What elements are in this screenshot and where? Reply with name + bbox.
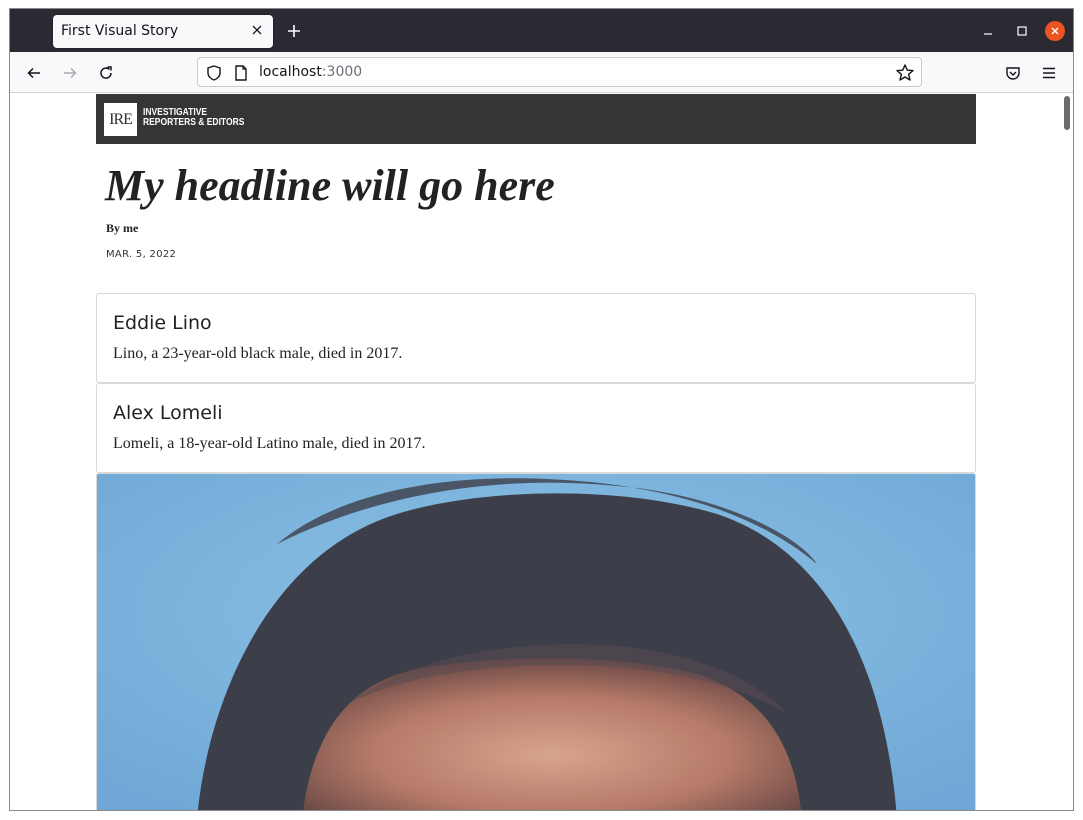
publish-date: MAR. 5, 2022 <box>106 249 177 260</box>
tab-title: First Visual Story <box>61 23 179 39</box>
url-bar[interactable]: localhost:3000 <box>197 57 922 87</box>
navigation-bar: localhost:3000 <box>10 52 1073 93</box>
scrollbar[interactable] <box>1064 96 1070 130</box>
person-name: Eddie Lino <box>113 312 212 334</box>
page-title: My headline will go here <box>105 161 555 210</box>
forward-arrow-icon[interactable] <box>57 60 83 86</box>
person-name: Alex Lomeli <box>113 402 223 424</box>
person-description: Lino, a 23-year-old black male, died in … <box>113 345 403 362</box>
hamburger-menu-icon[interactable] <box>1036 60 1062 86</box>
browser-window: First Visual Story localhost:3000 IRE IN… <box>9 8 1074 811</box>
shield-icon[interactable] <box>205 64 223 82</box>
org-name-line2: REPORTERS & EDITORS <box>143 117 245 128</box>
article: IRE INVESTIGATIVE REPORTERS & EDITORS My… <box>96 94 976 810</box>
byline: By me <box>106 221 139 235</box>
ire-logo[interactable]: IRE <box>104 103 137 136</box>
person-description: Lomeli, a 18-year-old Latino male, died … <box>113 435 426 452</box>
close-window-icon[interactable] <box>1045 21 1065 41</box>
list-item: Eddie Lino Lino, a 23-year-old black mal… <box>96 293 976 383</box>
back-arrow-icon[interactable] <box>21 60 47 86</box>
url-host: localhost <box>259 64 322 80</box>
minimize-icon[interactable] <box>977 20 999 42</box>
portrait-image <box>97 474 975 810</box>
page-icon <box>233 64 249 82</box>
reload-icon[interactable] <box>93 60 119 86</box>
maximize-icon[interactable] <box>1011 20 1033 42</box>
org-name: INVESTIGATIVE REPORTERS & EDITORS <box>143 108 244 128</box>
logo-letters: IRE <box>109 110 133 128</box>
tab-first-visual-story[interactable]: First Visual Story <box>53 15 273 48</box>
list-item: Alex Lomeli Lomeli, a 18-year-old Latino… <box>96 383 976 473</box>
pocket-icon[interactable] <box>1000 60 1026 86</box>
plus-icon[interactable] <box>282 21 306 41</box>
page-content: IRE INVESTIGATIVE REPORTERS & EDITORS My… <box>10 94 1073 810</box>
portrait-photo <box>96 473 976 810</box>
close-icon[interactable] <box>247 20 267 40</box>
star-icon[interactable] <box>895 63 915 83</box>
brand-bar: IRE INVESTIGATIVE REPORTERS & EDITORS <box>96 94 976 144</box>
url-text[interactable]: localhost:3000 <box>259 64 362 80</box>
tab-strip: First Visual Story <box>10 9 1073 52</box>
url-port: :3000 <box>321 64 363 80</box>
